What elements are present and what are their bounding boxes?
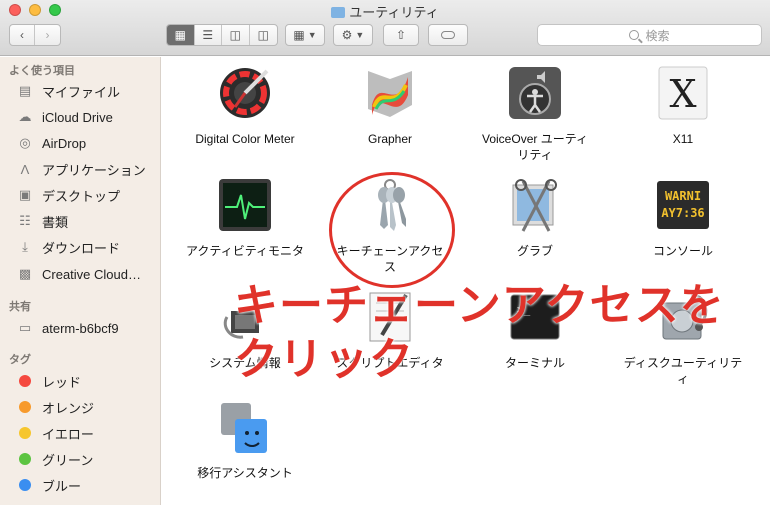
all-files-icon: ▤ <box>18 83 32 98</box>
console-icon: WARNI AY7:36 <box>655 177 711 233</box>
back-button[interactable]: ‹ <box>10 25 36 45</box>
sidebar-item-my-files[interactable]: ▤ マイファイル <box>16 81 156 101</box>
app-grab[interactable]: グラブ <box>470 177 600 259</box>
documents-icon: ☷ <box>19 213 31 228</box>
action-button[interactable]: ⚙ ▼ <box>333 24 373 46</box>
svg-text:X: X <box>669 72 696 116</box>
sidebar-item-documents[interactable]: ☷ 書類 <box>16 211 156 231</box>
columns-icon: ◫ <box>229 28 241 42</box>
app-migration-assistant[interactable]: 移行アシスタント <box>180 399 310 481</box>
sidebar-item-applications[interactable]: Λ アプリケーション <box>16 159 156 179</box>
list-view-button[interactable]: ☰ <box>195 25 222 45</box>
chevron-down-icon: ▼ <box>355 30 365 40</box>
applications-icon: Λ <box>20 161 30 177</box>
desktop-icon: ▣ <box>18 187 32 202</box>
chevron-left-icon: ‹ <box>20 28 24 42</box>
share-button[interactable]: ⇧ <box>383 24 419 46</box>
sidebar-item-network[interactable]: ▭ aterm-b6bcf9 <box>16 318 156 338</box>
svg-text:AY7:36: AY7:36 <box>661 206 704 220</box>
migration-assistant-icon <box>217 399 273 455</box>
back-forward-group: ‹ › <box>9 24 61 46</box>
digital-color-meter-icon <box>217 65 273 121</box>
activity-monitor-icon <box>217 177 273 233</box>
arrange-button[interactable]: ▦ ▼ <box>285 24 325 46</box>
share-icon: ⇧ <box>395 28 407 42</box>
yellow-tag-icon <box>19 427 31 439</box>
sidebar-tag-yellow[interactable]: イエロー <box>16 423 156 443</box>
sidebar-tag-green[interactable]: グリーン <box>16 449 156 469</box>
sidebar-item-desktop[interactable]: ▣ デスクトップ <box>16 185 156 205</box>
folder-icon <box>331 7 346 18</box>
sidebar-item-airdrop[interactable]: ◎ AirDrop <box>16 133 156 153</box>
search-placeholder: 検索 <box>645 28 670 43</box>
sidebar-tag-blue[interactable]: ブルー <box>16 475 156 495</box>
chevron-right-icon: › <box>45 28 50 42</box>
tags-header: タグ <box>9 354 31 366</box>
orange-tag-icon <box>19 401 31 413</box>
coverflow-view-button[interactable]: ◫ <box>250 25 277 45</box>
blue-tag-icon <box>19 479 31 491</box>
column-view-button[interactable]: ◫ <box>222 25 250 45</box>
app-digital-color-meter[interactable]: Digital Color Meter <box>180 65 310 147</box>
icon-view-button[interactable]: ▦ <box>167 25 195 45</box>
highlight-circle <box>329 172 455 288</box>
window-title: ユーティリティ <box>0 2 770 21</box>
voiceover-icon <box>507 65 563 121</box>
arrange-grid-icon: ▦ <box>293 28 305 42</box>
gear-icon: ⚙ <box>341 28 353 42</box>
sidebar-tag-orange[interactable]: オレンジ <box>16 397 156 417</box>
toolbar: ユーティリティ ‹ › ▦ ☰ ◫ ◫ ▦ ▼ ⚙ ▼ ⇧ 検索 <box>0 0 770 56</box>
app-activity-monitor[interactable]: アクティビティモニタ <box>180 177 310 259</box>
grid-icon: ▦ <box>174 28 186 42</box>
app-voiceover-utility[interactable]: VoiceOver ユーティリティ <box>470 65 600 163</box>
sidebar-item-downloads[interactable]: ⤓ ダウンロード <box>16 237 156 257</box>
chevron-down-icon: ▼ <box>307 30 317 40</box>
sidebar-item-icloud-drive[interactable]: ☁ iCloud Drive <box>16 107 156 127</box>
svg-text:WARNI: WARNI <box>665 189 701 203</box>
edit-tags-button[interactable] <box>428 24 468 46</box>
grab-icon <box>507 177 563 233</box>
red-tag-icon <box>19 375 31 387</box>
green-tag-icon <box>19 453 31 465</box>
x11-icon: X <box>655 65 711 121</box>
favorites-header: よく使う項目 <box>9 65 75 77</box>
view-mode-group: ▦ ☰ ◫ ◫ <box>166 24 278 46</box>
app-x11[interactable]: X X11 <box>618 65 748 147</box>
search-field[interactable]: 検索 <box>537 24 762 46</box>
search-icon <box>629 30 640 40</box>
forward-button[interactable]: › <box>35 25 60 45</box>
sidebar-item-creative-cloud[interactable]: ▩ Creative Cloud… <box>16 264 156 284</box>
airdrop-icon: ◎ <box>19 135 31 150</box>
app-console[interactable]: WARNI AY7:36 コンソール <box>618 177 748 259</box>
grapher-icon <box>362 65 418 121</box>
coverflow-icon: ◫ <box>257 28 269 42</box>
downloads-icon: ⤓ <box>22 239 28 254</box>
shared-header: 共有 <box>9 301 31 313</box>
network-computer-icon: ▭ <box>18 320 32 335</box>
sidebar-tag-red[interactable]: レッド <box>16 371 156 391</box>
app-grapher[interactable]: Grapher <box>325 65 455 147</box>
folder-icon: ▩ <box>18 266 32 281</box>
tag-icon <box>441 31 455 39</box>
instruction-annotation: キーチェーンアクセスをクリック <box>234 280 725 385</box>
cloud-icon: ☁ <box>18 109 32 124</box>
list-icon: ☰ <box>202 28 214 42</box>
sidebar: よく使う項目 ▤ マイファイル ☁ iCloud Drive ◎ AirDrop Λア… <box>0 57 161 505</box>
